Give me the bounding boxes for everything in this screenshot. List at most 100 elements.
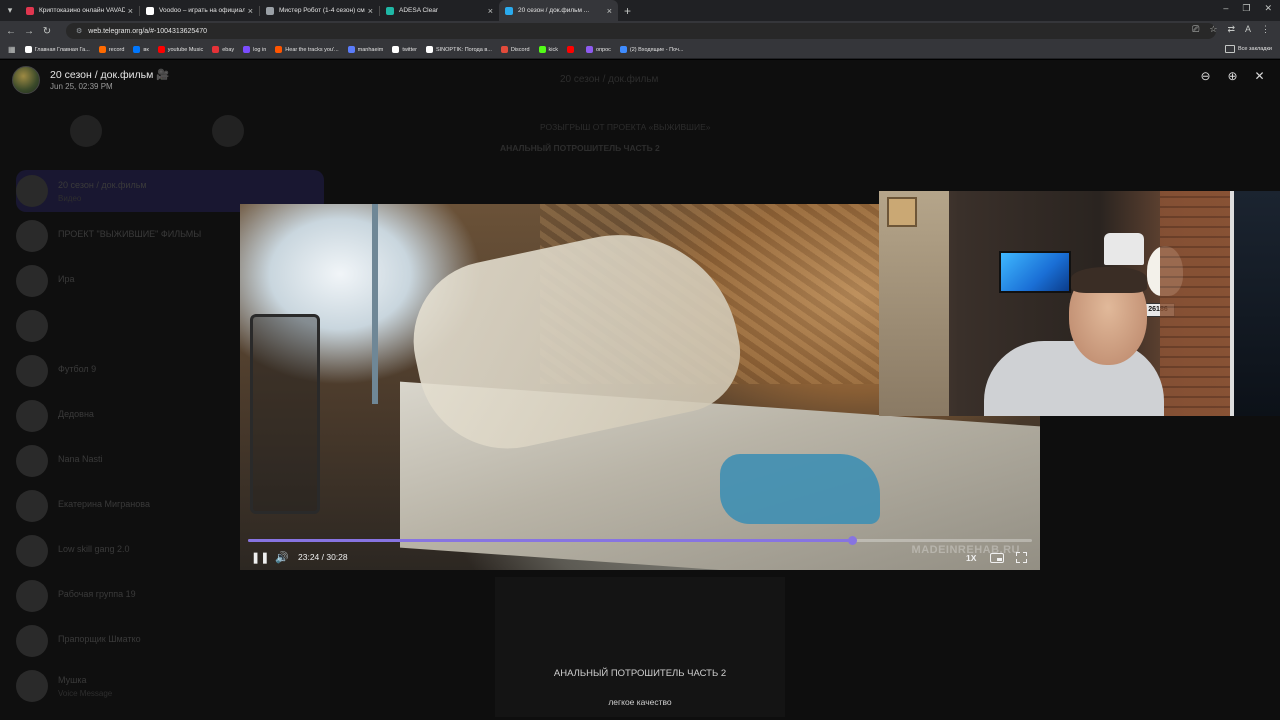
bookmark-favicon-icon (500, 46, 508, 53)
bookmark-item[interactable]: SINOPTIK: Погода в... (425, 46, 492, 53)
webcam-person-body (984, 341, 1164, 416)
chat-avatar (16, 265, 48, 297)
video-progress-bar[interactable] (248, 536, 1032, 545)
bookmark-item[interactable]: Discord (500, 46, 530, 53)
close-icon[interactable]: ✕ (1253, 70, 1266, 83)
video-progress-handle[interactable] (847, 536, 857, 545)
bookmark-favicon-icon (347, 46, 355, 53)
all-bookmarks-folder[interactable]: Все закладки (1225, 45, 1272, 53)
picture-in-picture-icon[interactable] (990, 553, 1004, 563)
volume-icon[interactable]: 🔊 (275, 551, 289, 565)
back-icon[interactable]: ← (4, 26, 18, 37)
zoom-out-icon[interactable]: ⊖ (1199, 70, 1212, 83)
bookmark-item[interactable]: record (98, 46, 124, 53)
tab-close-icon[interactable]: × (488, 6, 493, 16)
chat-name: Футбол 9 (58, 364, 97, 374)
toolbar-actions: ⎚ ☆ ⇄ A ⋮ (1192, 24, 1270, 35)
channel-title[interactable]: 20 сезон / док.фильм 🎥 (50, 68, 169, 81)
chat-text: 20 сезон / док.фильм Видео (58, 180, 147, 203)
minimize-icon[interactable]: – (1223, 3, 1228, 14)
bookmark-favicon-icon (392, 46, 400, 53)
chat-name: Прапорщик Шматко (58, 634, 141, 644)
bookmark-favicon-icon (24, 46, 32, 53)
tab-close-icon[interactable]: × (248, 6, 253, 16)
bookmark-favicon-icon (275, 46, 283, 53)
tab-close-icon[interactable]: × (128, 6, 133, 16)
browser-tab[interactable]: ADESA Clear × (380, 0, 499, 21)
menu-icon[interactable]: ⋮ (1261, 24, 1270, 35)
chat-text: Ира (58, 274, 74, 288)
maximize-icon[interactable]: ❐ (1242, 3, 1250, 14)
cast-icon[interactable]: ⎚ (1192, 24, 1199, 35)
address-bar-row: ← → ↻ ⚙ web.telegram.org/a/#-10043136254… (0, 21, 1280, 41)
bookmark-label: (2) Входящие - Поч... (629, 46, 684, 53)
bookmark-favicon-icon (212, 46, 220, 53)
chat-list-item[interactable]: Прапорщик Шматко (16, 620, 324, 662)
browser-tab[interactable]: 20 сезон / док.фильм ... × (499, 0, 618, 21)
bookmark-item[interactable]: log in (243, 46, 266, 53)
bookmark-item[interactable]: (2) Входящие - Поч... (619, 46, 684, 53)
tab-favicon-icon (266, 6, 274, 15)
zoom-in-icon[interactable]: ⊕ (1226, 70, 1239, 83)
bookmark-item[interactable]: вк (133, 46, 149, 53)
apps-icon[interactable]: ▦ (8, 45, 16, 54)
chat-name: Ира (58, 274, 75, 284)
tab-search-icon[interactable]: ▾ (0, 0, 20, 21)
tab-close-icon[interactable]: × (368, 6, 373, 16)
bookmark-item[interactable]: twitter (392, 46, 417, 53)
chat-avatar (16, 310, 48, 342)
bookmark-item[interactable]: опрос (586, 46, 611, 53)
bookmark-item[interactable]: manhaeim (347, 46, 383, 53)
browser-tab[interactable]: Криптоказино онлайн VAVADA × (20, 0, 139, 21)
playback-speed-button[interactable]: 1X (966, 553, 976, 567)
chat-list-item[interactable]: Рабочая группа 19 (16, 575, 324, 617)
new-tab-button[interactable]: + (624, 4, 631, 18)
webcam-brick-wall (1160, 191, 1230, 416)
chat-name: Дедовна (58, 409, 94, 419)
bookmark-label: опрос (596, 46, 611, 53)
tab-favicon-icon (505, 6, 513, 15)
bookmark-favicon-icon (133, 46, 141, 53)
stories-row (70, 115, 244, 147)
bookmark-label: вк (143, 46, 149, 53)
browser-tab[interactable]: Voodoo – играть на официал... × (140, 0, 259, 21)
site-info-icon[interactable]: ⚙ (76, 27, 82, 35)
url-field[interactable]: ⚙ web.telegram.org/a/#-1004313625470 (66, 23, 1216, 39)
bookmark-star-icon[interactable]: ☆ (1209, 24, 1217, 35)
video-scene-blanket (720, 454, 880, 524)
pause-icon[interactable]: ❚❚ (251, 551, 269, 565)
close-window-icon[interactable]: ✕ (1264, 3, 1272, 14)
chat-text: Екатерина Мигранова (58, 499, 150, 513)
bookmark-label: ebay (222, 46, 235, 53)
bookmark-favicon-icon (243, 46, 251, 53)
bookmark-favicon-icon (567, 46, 574, 53)
bookmark-item[interactable]: kick (538, 46, 558, 53)
browser-tab[interactable]: Мистер Робот (1-4 сезон) смо... × (260, 0, 379, 21)
tab-close-icon[interactable]: × (607, 6, 612, 16)
bookmark-item[interactable]: Hear the tracks you'... (275, 46, 339, 53)
media-caption-subtitle: легкое качество (608, 697, 672, 707)
tab-favicon-icon (26, 6, 34, 15)
tab-favicon-icon (386, 6, 394, 15)
bookmark-item[interactable]: youtube Music (157, 46, 203, 53)
profile-icon[interactable]: A (1245, 24, 1251, 35)
bookmark-item[interactable]: ebay (212, 46, 234, 53)
chat-text: Рабочая группа 19 (58, 589, 136, 603)
bookmark-item[interactable]: Главная Главная Га... (24, 46, 90, 53)
bookmark-item[interactable] (567, 46, 577, 53)
window-controls: – ❐ ✕ (1223, 3, 1272, 14)
bookmark-label: log in (253, 46, 267, 53)
fullscreen-icon[interactable] (1016, 552, 1027, 563)
forward-icon[interactable]: → (22, 26, 36, 37)
tab-title: ADESA Clear (399, 7, 439, 14)
bg-post-heading: АНАЛЬНЫЙ ПОТРОШИТЕЛЬ ЧАСТЬ 2 (500, 143, 660, 153)
reload-icon[interactable]: ↻ (40, 26, 54, 37)
chat-avatar (16, 490, 48, 522)
bookmark-favicon-icon (619, 46, 627, 53)
chat-name: Low skill gang 2.0 (58, 544, 130, 554)
channel-avatar[interactable] (12, 66, 40, 94)
bookmark-label: SINOPTIK: Погода в... (435, 46, 492, 53)
tab-title: Voodoo – играть на официал... (159, 7, 245, 14)
bookmark-label: kick (548, 46, 558, 53)
translate-icon[interactable]: ⇄ (1227, 24, 1235, 35)
